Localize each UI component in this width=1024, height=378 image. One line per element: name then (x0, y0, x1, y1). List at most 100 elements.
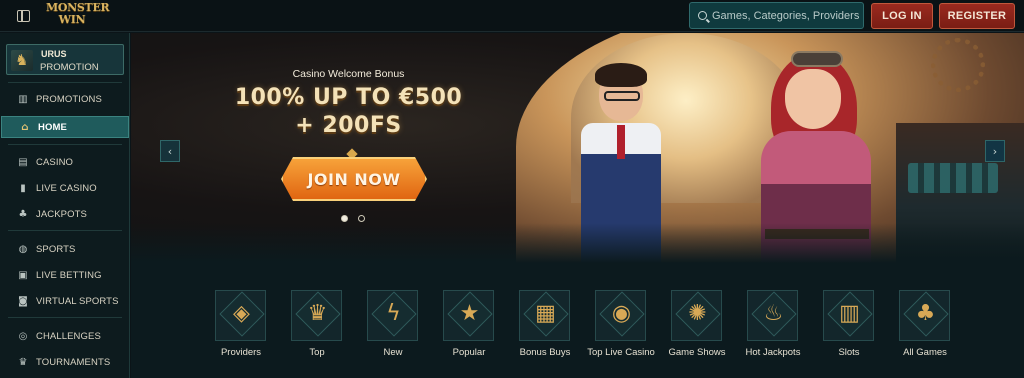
login-button[interactable]: LOG IN (871, 3, 933, 29)
promo-banner[interactable]: Casino Welcome Bonus 100% UP TO €500 + 2… (131, 33, 1024, 263)
providers-icon: ◈ (233, 301, 250, 326)
sidebar-item-home[interactable]: ⌂ HOME (1, 116, 129, 138)
category-tile: ♣ (899, 290, 950, 341)
sidebar-item-label: SPORTS (36, 243, 76, 255)
chevron-left-icon: ‹ (167, 144, 173, 158)
category-label: Popular (452, 347, 486, 358)
category-top-live-casino[interactable]: ◉ Top Live Casino (587, 289, 655, 378)
category-label: Providers (220, 347, 262, 358)
divider (8, 82, 122, 83)
sidebar-toggle-icon[interactable] (17, 10, 30, 22)
banner-fade (131, 223, 1024, 263)
sidebar-item-label: PROMOTIONS (36, 93, 102, 105)
sidebar-item-casino[interactable]: ▤ CASINO (0, 151, 130, 173)
promo-thumbnail (11, 50, 33, 71)
category-tile: ▦ (519, 290, 570, 341)
carousel-dot-2[interactable] (358, 215, 365, 222)
category-tile: ♨ (747, 290, 798, 341)
sidebar-item-label: TOURNAMENTS (36, 356, 111, 368)
star-icon: ★ (459, 301, 480, 326)
logo-line2: WIN (58, 13, 86, 26)
character-hair (595, 63, 647, 87)
gear-decoration (931, 38, 985, 92)
search-box[interactable] (689, 2, 864, 29)
register-button[interactable]: REGISTER (939, 3, 1015, 29)
banner-headline-secondary: + 200FS (295, 113, 402, 138)
sidebar-item-jackpots[interactable]: ♣ JACKPOTS (0, 203, 130, 225)
category-hot-jackpots[interactable]: ♨ Hot Jackpots (743, 289, 803, 378)
promo-subtitle: PROMOTION (40, 62, 99, 73)
crown-icon: ♛ (307, 301, 328, 326)
flame-icon: ♨ (763, 301, 784, 326)
all-games-icon: ♣ (915, 301, 936, 326)
lightning-icon: ϟ (386, 301, 401, 326)
clover-icon: ♣ (18, 208, 28, 220)
sidebar-item-label: HOME (38, 121, 67, 133)
sidebar-item-virtual-sports[interactable]: ◙ VIRTUAL SPORTS (0, 290, 130, 312)
carousel-next-button[interactable]: › (985, 140, 1005, 162)
category-tile: ◈ (215, 290, 266, 341)
slot-machine-icon: ▤ (18, 156, 28, 168)
chevron-right-icon: › (992, 144, 998, 158)
search-icon (698, 11, 707, 20)
category-tile: ♛ (291, 290, 342, 341)
ball-icon: ◍ (18, 243, 28, 255)
category-new[interactable]: ϟ New (363, 289, 423, 378)
top-bar: MONSTER WIN LOG IN REGISTER (0, 0, 1024, 32)
promo-card[interactable]: URUS PROMOTION (6, 44, 124, 75)
category-tile: ★ (443, 290, 494, 341)
category-bar: ◈ Providers ♛ Top ϟ New ★ Popular ▦ Bonu… (211, 289, 971, 378)
slots-icon: ▥ (839, 301, 860, 326)
carousel-prev-button[interactable]: ‹ (160, 140, 180, 162)
category-label: Top Live Casino (587, 347, 655, 358)
challenges-icon: ◎ (18, 330, 28, 342)
category-label: Top (309, 347, 325, 358)
sidebar-item-tournaments[interactable]: ♛ TOURNAMENTS (0, 351, 130, 373)
chest-icon: ▦ (535, 301, 556, 326)
category-bonus-buys[interactable]: ▦ Bonus Buys (515, 289, 575, 378)
divider (8, 317, 122, 318)
banner-headline: 100% UP TO €500 (234, 85, 463, 110)
sidebar-item-live-betting[interactable]: ▣ LIVE BETTING (0, 264, 130, 286)
category-slots[interactable]: ▥ Slots (819, 289, 879, 378)
carousel-dot-1[interactable] (341, 215, 348, 222)
banner-subtitle: Casino Welcome Bonus (292, 68, 405, 80)
promo-title: URUS (41, 49, 67, 59)
category-providers[interactable]: ◈ Providers (211, 289, 271, 378)
category-popular[interactable]: ★ Popular (439, 289, 499, 378)
category-label: Game Shows (668, 347, 726, 358)
category-all-games[interactable]: ♣ All Games (895, 289, 955, 378)
sidebar-item-promotions[interactable]: ▥ PROMOTIONS (0, 88, 130, 110)
sidebar-item-live-casino[interactable]: ▮ LIVE CASINO (0, 177, 130, 199)
main-content: Casino Welcome Bonus 100% UP TO €500 + 2… (131, 33, 1024, 378)
search-input[interactable] (712, 9, 862, 22)
category-label: New (383, 347, 403, 358)
sidebar-item-sports[interactable]: ◍ SPORTS (0, 238, 130, 260)
category-label: Bonus Buys (519, 347, 571, 358)
carousel-dots (341, 215, 365, 222)
category-tile: ◉ (595, 290, 646, 341)
sidebar-item-label: CASINO (36, 156, 74, 168)
divider (8, 144, 122, 145)
sidebar-item-label: CHALLENGES (36, 330, 101, 342)
character-goggles (791, 51, 843, 67)
chip-icon: ◉ (611, 301, 632, 326)
divider (8, 230, 122, 231)
sidebar-item-label: JACKPOTS (36, 208, 87, 220)
category-label: All Games (903, 347, 947, 358)
sidebar-item-challenges[interactable]: ◎ CHALLENGES (0, 325, 130, 347)
category-tile: ϟ (367, 290, 418, 341)
sidebar-item-label: LIVE BETTING (36, 269, 102, 281)
category-tile: ▥ (823, 290, 874, 341)
live-casino-icon: ▮ (20, 182, 26, 194)
join-now-button[interactable]: JOIN NOW (281, 157, 427, 201)
sidebar-item-label: VIRTUAL SPORTS (36, 295, 119, 307)
logo[interactable]: MONSTER WIN (46, 2, 110, 30)
gift-icon: ▥ (18, 93, 28, 105)
category-top[interactable]: ♛ Top (287, 289, 347, 378)
home-icon: ⌂ (21, 121, 29, 133)
sidebar-item-label: LIVE CASINO (36, 182, 97, 194)
category-game-shows[interactable]: ✺ Game Shows (667, 289, 727, 378)
character-glasses (604, 91, 640, 101)
category-tile: ✺ (671, 290, 722, 341)
